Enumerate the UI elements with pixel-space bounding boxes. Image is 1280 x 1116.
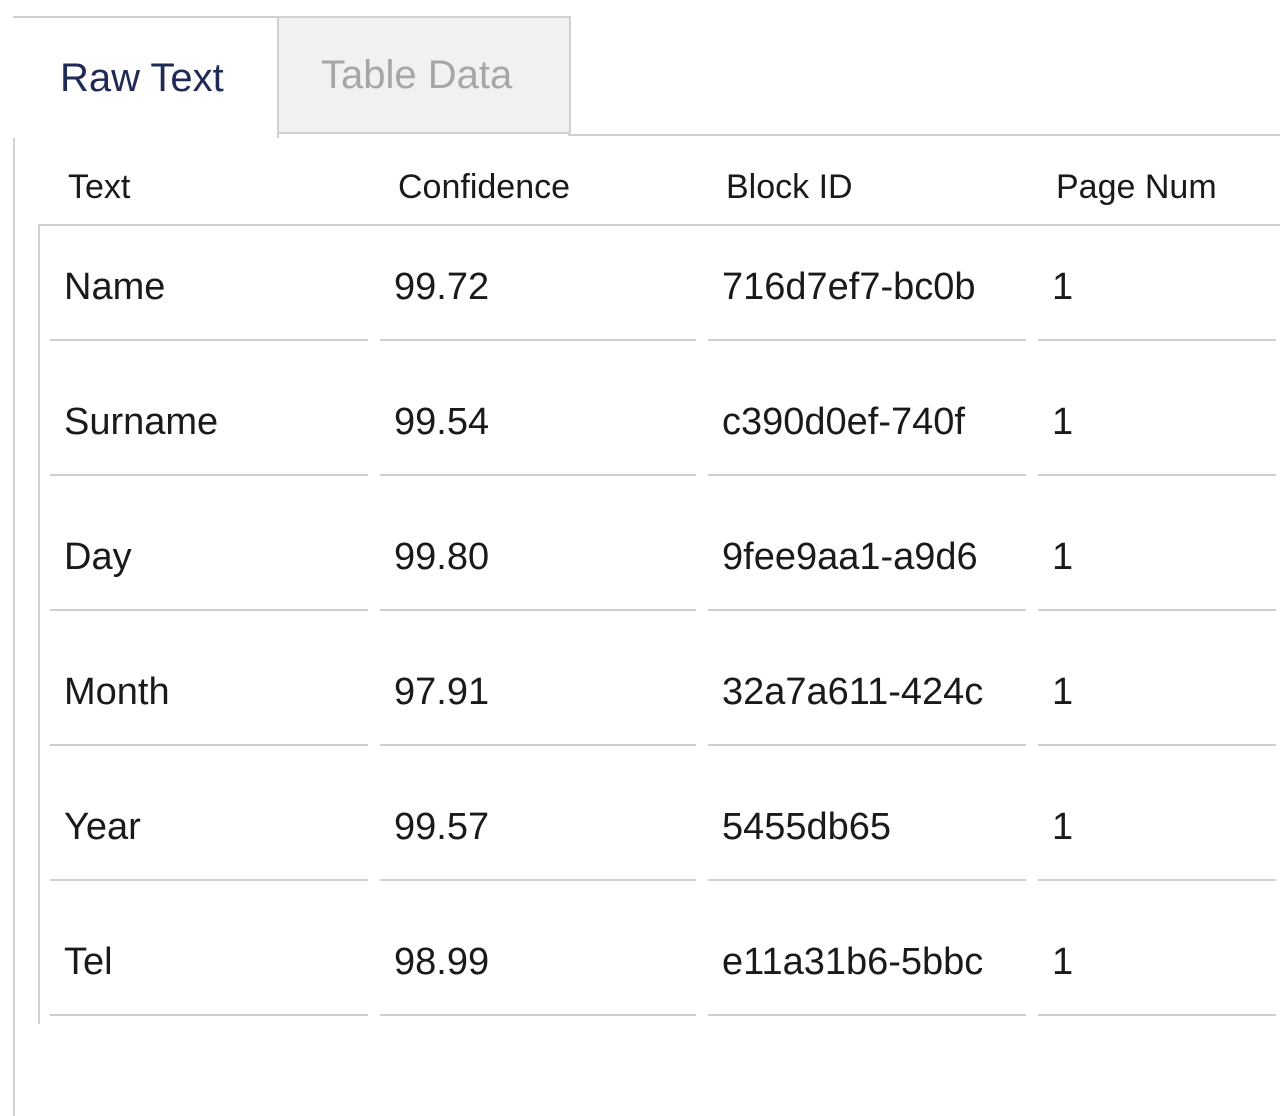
cell-block-id: 716d7ef7-bc0b	[708, 226, 1026, 361]
table-body: Name 99.72 716d7ef7-bc0b 1 Surname 99.54…	[0, 226, 1280, 1036]
column-header-confidence[interactable]: Confidence	[398, 168, 570, 207]
cell-text: Surname	[50, 361, 368, 496]
cell-confidence: 99.57	[380, 766, 696, 901]
table-header: Text Confidence Block ID Page Num	[0, 160, 1280, 224]
cell-confidence: 97.91	[380, 631, 696, 766]
cell-confidence: 98.99	[380, 901, 696, 1036]
cell-confidence: 99.80	[380, 496, 696, 631]
cell-text: Month	[50, 631, 368, 766]
cell-page-num: 1	[1038, 901, 1276, 1036]
cell-text: Day	[50, 496, 368, 631]
cell-text: Tel	[50, 901, 368, 1036]
column-header-block-id[interactable]: Block ID	[726, 168, 853, 207]
cell-page-num: 1	[1038, 361, 1276, 496]
cell-page-num: 1	[1038, 226, 1276, 361]
cell-block-id: e11a31b6-5bbc	[708, 901, 1026, 1036]
column-header-text[interactable]: Text	[68, 168, 130, 207]
cell-block-id: 5455db65	[708, 766, 1026, 901]
tab-bar: Raw Text Table Data	[13, 16, 571, 138]
table-row[interactable]: Year 99.57 5455db65 1	[0, 766, 1280, 901]
tab-divider	[568, 134, 1280, 136]
cell-block-id: 32a7a611-424c	[708, 631, 1026, 766]
table-row[interactable]: Day 99.80 9fee9aa1-a9d6 1	[0, 496, 1280, 631]
cell-confidence: 99.72	[380, 226, 696, 361]
table-row[interactable]: Tel 98.99 e11a31b6-5bbc 1	[0, 901, 1280, 1036]
cell-page-num: 1	[1038, 766, 1276, 901]
tab-raw-text[interactable]: Raw Text	[13, 16, 279, 138]
cell-page-num: 1	[1038, 496, 1276, 631]
cell-text: Name	[50, 226, 368, 361]
cell-confidence: 99.54	[380, 361, 696, 496]
column-header-page-num[interactable]: Page Num	[1056, 168, 1217, 207]
table-row[interactable]: Name 99.72 716d7ef7-bc0b 1	[0, 226, 1280, 361]
table-row[interactable]: Surname 99.54 c390d0ef-740f 1	[0, 361, 1280, 496]
cell-block-id: c390d0ef-740f	[708, 361, 1026, 496]
tab-table-data[interactable]: Table Data	[279, 16, 571, 134]
cell-text: Year	[50, 766, 368, 901]
cell-page-num: 1	[1038, 631, 1276, 766]
cell-block-id: 9fee9aa1-a9d6	[708, 496, 1026, 631]
table-row[interactable]: Month 97.91 32a7a611-424c 1	[0, 631, 1280, 766]
